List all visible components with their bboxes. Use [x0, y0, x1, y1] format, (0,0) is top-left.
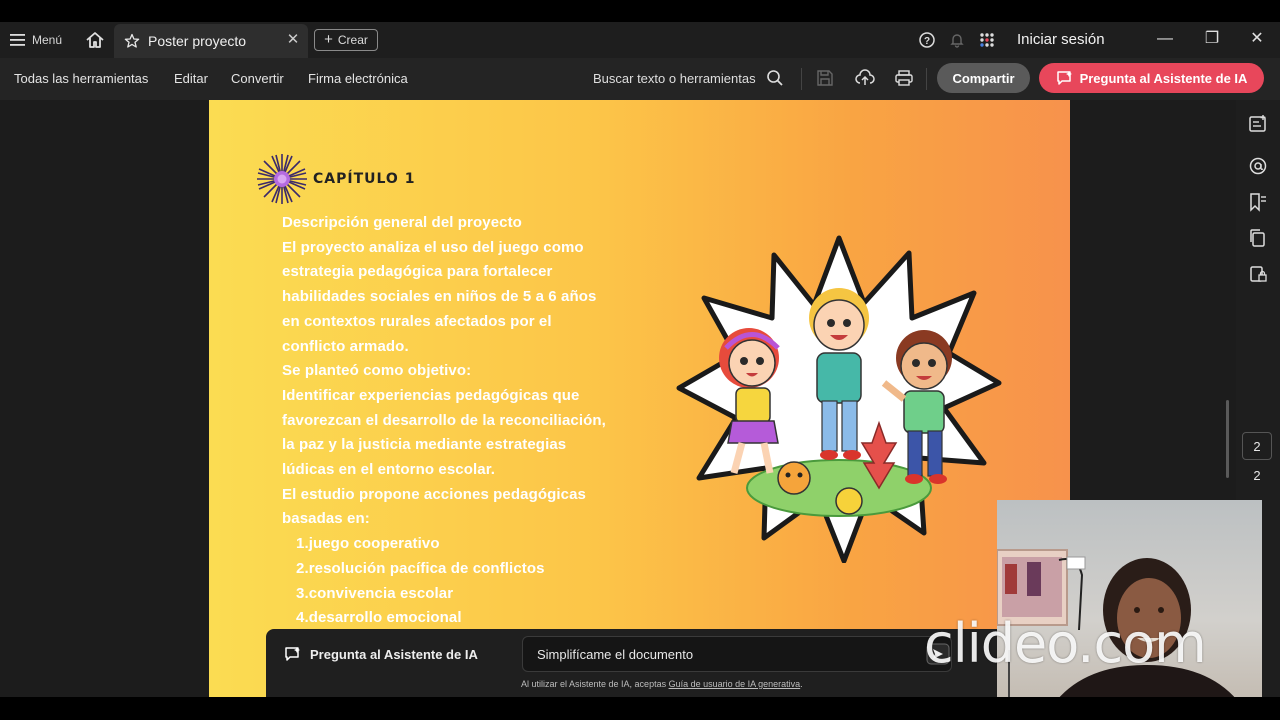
toolbar-esign[interactable]: Firma electrónica	[308, 71, 408, 86]
poster-line: la paz y la justicia mediante estrategia…	[282, 436, 567, 454]
poster-line: conflicto armado.	[282, 337, 409, 355]
ai-prompt-input[interactable]: Simplifícame el documento	[522, 636, 952, 672]
vertical-scrollbar[interactable]	[1226, 400, 1229, 478]
ai-assistant-label: Pregunta al Asistente de IA	[1079, 70, 1248, 86]
toolbar: Todas las herramientas Editar Convertir …	[0, 58, 1280, 100]
children-illustration	[676, 235, 1002, 563]
menu-label: Menú	[32, 33, 63, 47]
toolbar-all-tools[interactable]: Todas las herramientas	[14, 71, 148, 86]
print-icon[interactable]	[894, 69, 914, 87]
search-tools-field[interactable]: Buscar texto o herramientas	[593, 71, 756, 86]
bell-icon[interactable]	[948, 31, 966, 49]
create-label: Crear	[337, 33, 368, 47]
protect-lock-icon[interactable]	[1248, 264, 1268, 284]
current-page-field[interactable]: 2	[1242, 432, 1272, 460]
ai-legal-text: Al utilizar el Asistente de IA, aceptas	[521, 679, 669, 689]
clideo-watermark: clideo.com	[924, 612, 1207, 675]
toolbar-convert[interactable]: Convertir	[231, 71, 284, 86]
search-icon[interactable]	[766, 69, 784, 87]
ai-guide-link[interactable]: Guía de usuario de IA generativa	[669, 679, 801, 689]
apps-grid-icon[interactable]	[978, 31, 996, 49]
poster-line: Identificar experiencias pedagógicas que	[282, 386, 580, 404]
poster-list-item: 4.desarrollo emocional	[296, 609, 462, 627]
home-icon[interactable]	[84, 29, 106, 51]
app-window: Menú Poster proyecto ✕ + Crear ? Iniciar…	[0, 0, 1280, 720]
close-window-icon[interactable]: ✕	[1247, 29, 1267, 49]
toolbar-separator	[926, 68, 927, 90]
close-tab-icon[interactable]: ✕	[286, 32, 300, 47]
poster-list-item: 3.convivencia escolar	[296, 584, 454, 602]
poster-line: El estudio propone acciones pedagógicas	[282, 485, 586, 503]
toolbar-edit[interactable]: Editar	[174, 71, 208, 86]
poster-list-item: 2.resolución pacífica de conflictos	[296, 559, 545, 577]
poster-line: El proyecto analiza el uso del juego com…	[282, 238, 584, 256]
bottom-border	[0, 697, 1280, 720]
star-icon[interactable]	[124, 33, 140, 49]
help-icon[interactable]: ?	[918, 31, 936, 49]
poster-line: favorezcan el desarrollo de la reconcili…	[282, 411, 606, 429]
plus-icon: +	[324, 31, 333, 48]
create-button[interactable]: + Crear	[314, 29, 378, 51]
poster-page: CAPÍTULO 1 Descripción general del proye…	[209, 100, 1070, 697]
copy-pages-icon[interactable]	[1248, 228, 1268, 248]
save-icon[interactable]	[816, 69, 834, 87]
ai-legal-notice: Al utilizar el Asistente de IA, aceptas …	[521, 679, 803, 689]
total-pages: 2	[1253, 468, 1261, 483]
ai-panel-heading: Pregunta al Asistente de IA	[284, 646, 478, 662]
title-bar: Menú Poster proyecto ✕ + Crear ? Iniciar…	[0, 22, 1280, 58]
tab-title: Poster proyecto	[148, 33, 247, 49]
upload-cloud-icon[interactable]	[855, 69, 875, 87]
poster-line: estrategia pedagógica para fortalecer	[282, 263, 553, 281]
restore-icon[interactable]: ❐	[1202, 29, 1222, 49]
ai-legal-suffix: .	[800, 679, 803, 689]
starburst-icon	[257, 154, 307, 204]
poster-line: en contextos rurales afectados por el	[282, 312, 552, 330]
bookmark-list-icon[interactable]	[1248, 192, 1268, 212]
top-border	[0, 0, 1280, 22]
ai-assistant-panel: Pregunta al Asistente de IA Simplifícame…	[266, 629, 1006, 697]
ai-panel-label: Pregunta al Asistente de IA	[310, 646, 478, 662]
at-sign-icon[interactable]	[1248, 156, 1268, 176]
svg-text:?: ?	[924, 36, 930, 47]
tab-poster-proyecto[interactable]: Poster proyecto ✕	[114, 24, 308, 58]
ai-assistant-button[interactable]: Pregunta al Asistente de IA	[1039, 63, 1264, 93]
comment-add-icon[interactable]	[1248, 114, 1268, 134]
ai-assistant-icon	[1056, 71, 1072, 85]
poster-list-item: 1.juego cooperativo	[296, 535, 440, 553]
minimize-icon[interactable]: —	[1155, 29, 1175, 49]
chapter-heading: CAPÍTULO 1	[255, 152, 415, 206]
share-button[interactable]: Compartir	[937, 63, 1030, 93]
poster-line: Descripción general del proyecto	[282, 214, 522, 231]
menu-button[interactable]: Menú	[10, 30, 62, 50]
ai-chat-icon	[285, 647, 300, 661]
toolbar-separator	[801, 68, 802, 90]
poster-body-text: Descripción general del proyecto El proy…	[282, 211, 662, 631]
poster-line: habilidades sociales en niños de 5 a 6 a…	[282, 288, 597, 306]
poster-line: Se planteó como objetivo:	[282, 362, 472, 380]
signin-link[interactable]: Iniciar sesión	[1017, 31, 1105, 48]
poster-line: lúdicas en el entorno escolar.	[282, 461, 496, 479]
poster-line: basadas en:	[282, 510, 370, 528]
chapter-title: CAPÍTULO 1	[313, 171, 416, 187]
hamburger-icon	[10, 34, 25, 46]
